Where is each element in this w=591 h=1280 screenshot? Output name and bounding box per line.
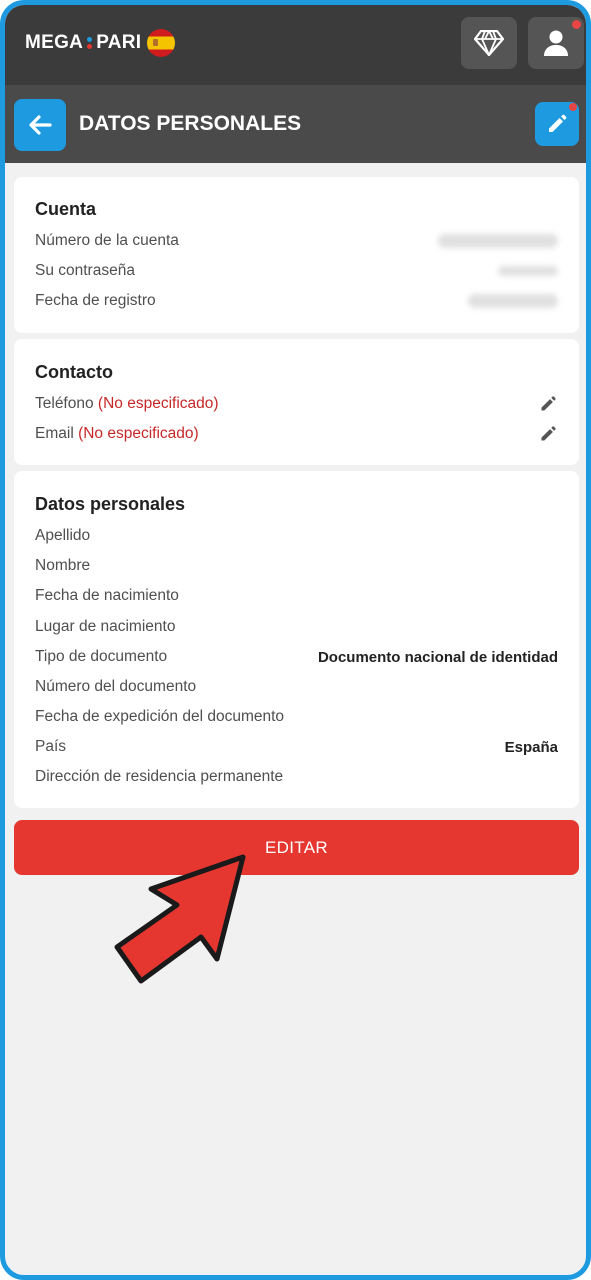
email-row: Email (No especificado) xyxy=(35,423,558,445)
document-type-label: Tipo de documento xyxy=(35,648,168,665)
personal-data-card: Datos personales Apellido Nombre Fecha d… xyxy=(14,471,579,808)
phone-row: Teléfono (No especificado) xyxy=(35,393,558,415)
top-bar: MEGA PARI xyxy=(5,5,586,85)
back-arrow-icon xyxy=(29,115,52,135)
brand-name-left: MEGA xyxy=(25,32,84,53)
phone-label: Teléfono xyxy=(35,395,98,412)
surname-label: Apellido xyxy=(35,527,91,544)
edit-phone-button[interactable] xyxy=(538,394,558,414)
pencil-icon xyxy=(541,426,556,441)
account-title: Cuenta xyxy=(35,199,97,219)
account-number-value-hidden xyxy=(438,234,558,248)
pencil-icon xyxy=(549,114,567,132)
permanent-address-label: Dirección de residencia permanente xyxy=(35,768,284,785)
document-issue-date-label: Fecha de expedición del documento xyxy=(35,708,285,725)
document-issue-date-row: Fecha de expedición del documento xyxy=(35,706,558,728)
notification-dot xyxy=(569,103,577,111)
name-label: Nombre xyxy=(35,557,91,574)
flag-spain-icon[interactable] xyxy=(147,29,176,57)
brand-name-right: PARI xyxy=(96,32,142,53)
edit-profile-button[interactable] xyxy=(535,102,579,146)
name-row: Nombre xyxy=(35,555,558,577)
phone-field: Teléfono (No especificado) xyxy=(35,395,219,413)
phone-status: (No especificado) xyxy=(97,395,219,412)
back-button[interactable] xyxy=(14,99,66,151)
email-field: Email (No especificado) xyxy=(35,425,199,443)
vip-button[interactable] xyxy=(461,17,517,69)
edit-email-button[interactable] xyxy=(538,424,558,444)
contact-card: Contacto Teléfono (No especificado) Emai… xyxy=(14,339,579,465)
account-number-row: Número de la cuenta xyxy=(35,230,558,252)
page-title: DATOS PERSONALES xyxy=(79,112,302,135)
password-row: Su contraseña xyxy=(35,260,558,282)
birth-place-row: Lugar de nacimiento xyxy=(35,616,558,638)
registration-date-row: Fecha de registro xyxy=(35,290,558,312)
birth-date-label: Fecha de nacimiento xyxy=(35,587,179,604)
app-frame: MEGA PARI DATOS PERSONALES Cuenta Número… xyxy=(0,0,591,1280)
notification-dot xyxy=(572,20,581,29)
permanent-address-row: Dirección de residencia permanente xyxy=(35,766,558,788)
document-number-label: Número del documento xyxy=(35,678,197,695)
edit-button[interactable]: EDITAR xyxy=(14,820,579,875)
contact-title: Contacto xyxy=(35,362,113,382)
password-label: Su contraseña xyxy=(35,262,135,279)
profile-button[interactable] xyxy=(528,17,584,69)
account-number-label: Número de la cuenta xyxy=(35,232,179,249)
country-row: País España xyxy=(35,736,558,758)
document-number-row: Número del documento xyxy=(35,676,558,698)
email-label: Email xyxy=(35,425,79,442)
pointer-arrow-icon xyxy=(114,854,246,984)
birth-date-row: Fecha de nacimiento xyxy=(35,585,558,607)
surname-row: Apellido xyxy=(35,525,558,547)
registration-date-label: Fecha de registro xyxy=(35,292,156,309)
brand-separator xyxy=(87,35,93,51)
brand-logo[interactable]: MEGA PARI xyxy=(25,29,176,57)
country-value: España xyxy=(504,738,558,756)
page-header: DATOS PERSONALES xyxy=(5,85,586,163)
personal-data-title: Datos personales xyxy=(35,494,186,514)
document-type-value: Documento nacional de identidad xyxy=(317,648,558,666)
pencil-icon xyxy=(541,396,556,411)
document-type-row: Tipo de documento Documento nacional de … xyxy=(35,646,558,668)
birth-place-label: Lugar de nacimiento xyxy=(35,618,176,635)
password-value-hidden xyxy=(498,266,558,276)
email-status: (No especificado) xyxy=(78,425,199,442)
registration-date-value-hidden xyxy=(468,294,558,308)
diamond-icon xyxy=(474,30,504,56)
account-card: Cuenta Número de la cuenta Su contraseña… xyxy=(14,177,579,333)
country-label: País xyxy=(35,738,67,755)
user-icon xyxy=(544,30,568,56)
